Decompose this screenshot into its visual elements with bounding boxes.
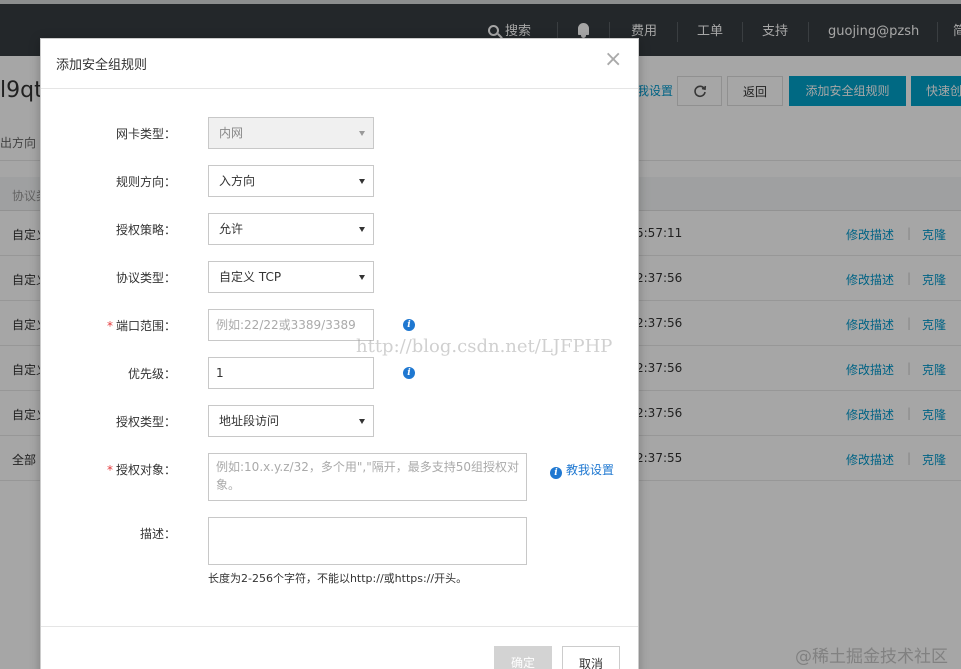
cancel-button[interactable]: 取消 — [562, 646, 620, 669]
priority-label: 优先级： — [127, 367, 176, 381]
protocol-value: 自定义 TCP — [219, 270, 282, 284]
priority-input[interactable] — [208, 357, 374, 389]
chevron-down-icon — [359, 179, 365, 184]
dialog-footer-divider — [41, 626, 638, 627]
auth-type-select[interactable]: 地址段访问 — [208, 405, 374, 437]
required-marker: * — [106, 319, 113, 333]
direction-label: 规则方向： — [115, 175, 176, 189]
chevron-down-icon — [359, 419, 365, 424]
direction-value: 入方向 — [219, 174, 256, 188]
auth-type-label: 授权类型： — [115, 415, 176, 429]
nic-type-value: 内网 — [219, 126, 244, 140]
chevron-down-icon — [359, 275, 365, 280]
chevron-down-icon — [359, 227, 365, 232]
auth-object-label: * 授权对象： — [106, 463, 176, 477]
info-icon: i — [550, 467, 562, 479]
policy-select[interactable]: 允许 — [208, 213, 374, 245]
confirm-button[interactable]: 确定 — [494, 646, 552, 669]
port-range-input[interactable] — [208, 309, 374, 341]
nic-type-label: 网卡类型： — [115, 127, 176, 141]
info-icon[interactable]: i — [403, 367, 415, 379]
info-icon[interactable]: i — [403, 319, 415, 331]
description-label: 描述： — [139, 527, 176, 541]
teach-me-label: 教我设置 — [566, 463, 615, 477]
juejin-watermark: @稀土掘金技术社区 — [795, 647, 948, 667]
description-hint: 长度为2-256个字符，不能以http://或https://开头。 — [208, 572, 468, 585]
teach-me-link[interactable]: i 教我设置 — [550, 461, 614, 479]
nic-type-select: 内网 — [208, 117, 374, 149]
close-icon[interactable]: × — [604, 49, 622, 71]
blog-watermark: http://blog.csdn.net/LJFPHP — [356, 336, 613, 357]
protocol-select[interactable]: 自定义 TCP — [208, 261, 374, 293]
protocol-label: 协议类型： — [115, 271, 176, 285]
required-marker: * — [106, 463, 113, 477]
dialog-title: 添加安全组规则 — [56, 58, 148, 73]
policy-label: 授权策略： — [115, 223, 176, 237]
description-textarea[interactable] — [208, 517, 527, 565]
policy-value: 允许 — [219, 222, 244, 236]
chevron-down-icon — [359, 131, 365, 136]
auth-object-textarea[interactable] — [208, 453, 527, 501]
direction-select[interactable]: 入方向 — [208, 165, 374, 197]
auth-type-value: 地址段访问 — [219, 414, 280, 428]
dialog-header-divider — [41, 88, 638, 89]
port-range-label: * 端口范围： — [106, 319, 176, 333]
